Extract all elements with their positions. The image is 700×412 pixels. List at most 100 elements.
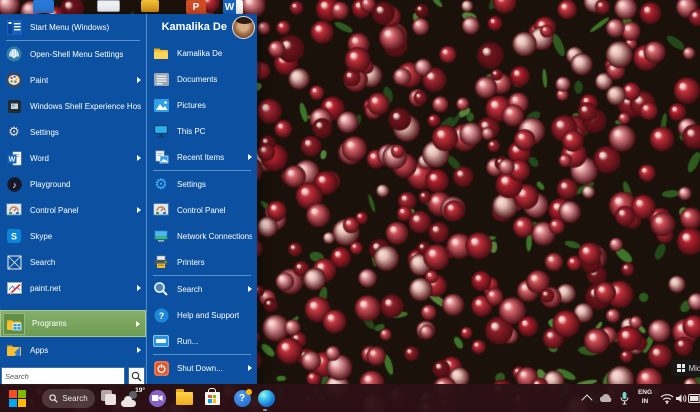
menu-item-apps[interactable]: Apps	[0, 337, 146, 363]
apps-folder-icon	[6, 342, 22, 358]
menu-item-control-panel-right[interactable]: Control Panel	[147, 197, 257, 223]
submenu-arrow-icon	[137, 285, 141, 291]
chevron-up-icon	[581, 394, 593, 406]
submenu-arrow-icon	[137, 155, 141, 161]
menu-item-search-right[interactable]: Search	[147, 276, 257, 302]
menu-item-search[interactable]: Search	[0, 249, 146, 275]
start-menu-left-column: Start Menu (Windows) Open-Shell Menu Set…	[0, 14, 146, 386]
gear-icon: ⚙	[154, 174, 168, 193]
language-indicator[interactable]: ENG IN	[633, 388, 657, 406]
edge-button[interactable]	[257, 389, 275, 407]
menu-item-label: Network Connections	[177, 231, 252, 241]
tray-expand-button[interactable]	[578, 389, 596, 407]
menu-item-label: Shut Down...	[177, 363, 223, 373]
meet-now-button[interactable]	[148, 389, 166, 407]
video-camera-icon	[148, 389, 166, 407]
printer-icon	[153, 254, 169, 270]
programs-folder-icon	[7, 319, 22, 330]
shell-host-icon	[6, 98, 22, 114]
microphone-tray-icon[interactable]	[615, 389, 633, 407]
menu-item-user-folder[interactable]: Kamalika De	[147, 40, 257, 66]
menu-item-windows-shell-experience-host[interactable]: Windows Shell Experience Host	[0, 93, 146, 119]
desktop-icon-powerpoint[interactable]: P	[186, 0, 206, 14]
cloud-icon	[121, 396, 136, 407]
menu-item-settings-right[interactable]: ⚙ Settings	[147, 171, 257, 197]
menu-item-label: Recent Items	[177, 152, 225, 162]
menu-item-start-menu-windows[interactable]: Start Menu (Windows)	[0, 14, 146, 40]
menu-item-label: Kamalika De	[177, 48, 223, 58]
menu-item-control-panel[interactable]: Control Panel	[0, 197, 146, 223]
battery-tray-icon[interactable]	[686, 389, 700, 407]
user-name: Kamalika De	[161, 21, 227, 33]
start-button[interactable]	[8, 389, 26, 407]
programs-folder-iconbox	[3, 312, 25, 335]
powerpoint-letter: P	[192, 1, 200, 13]
menu-item-label: Word	[30, 153, 49, 163]
submenu-arrow-icon	[248, 154, 252, 160]
open-shell-start-menu: Start Menu (Windows) Open-Shell Menu Set…	[0, 14, 257, 386]
menu-item-label: Search	[30, 257, 56, 267]
get-help-button[interactable]: ?	[233, 388, 252, 407]
onedrive-tray-icon[interactable]	[596, 389, 614, 407]
menu-item-network-connections[interactable]: Network Connections	[147, 223, 257, 249]
weather-widget[interactable]: 19°	[121, 387, 145, 409]
folder-icon	[175, 388, 193, 405]
user-avatar[interactable]	[232, 15, 255, 39]
start-menu-tile-icon	[6, 19, 22, 35]
menu-item-label: Control Panel	[30, 205, 79, 215]
menu-item-recent-items[interactable]: Recent Items	[147, 144, 257, 170]
user-header[interactable]: Kamalika De	[147, 14, 257, 40]
menu-item-settings[interactable]: ⚙ Settings	[0, 119, 146, 145]
desktop-icon-window-app[interactable]	[97, 0, 120, 12]
edge-browser-icon	[257, 389, 275, 407]
menu-item-label: Help and Support	[177, 310, 240, 320]
menu-item-label: Settings	[30, 127, 59, 137]
menu-item-playground[interactable]: ♪ Playground	[0, 171, 146, 197]
menu-item-this-pc[interactable]: This PC	[147, 118, 257, 144]
microsoft-store-button[interactable]	[203, 387, 221, 407]
menu-item-programs[interactable]: Programs	[0, 310, 146, 337]
menu-item-pictures[interactable]: Pictures	[147, 92, 257, 118]
file-explorer-button[interactable]	[175, 388, 193, 407]
menu-item-label: Apps	[30, 345, 49, 355]
desktop-screen: P W Micro Start Menu (Windows) Open-Shel…	[0, 0, 700, 412]
word-app-icon: W	[6, 150, 22, 166]
task-view-button[interactable]	[100, 389, 118, 407]
menu-item-word[interactable]: W Word	[0, 145, 146, 171]
menu-item-skype[interactable]: S Skype	[0, 223, 146, 249]
control-panel-icon	[6, 202, 22, 218]
desktop-icon-blue-app[interactable]	[33, 0, 54, 13]
submenu-arrow-icon	[137, 77, 141, 83]
svg-text:♪: ♪	[12, 180, 17, 190]
menu-item-help-and-support[interactable]: ? Help and Support	[147, 302, 257, 328]
running-app-indicator	[263, 409, 267, 411]
taskbar-search[interactable]: Search	[42, 389, 95, 408]
menu-item-paint[interactable]: Paint	[0, 67, 146, 93]
menu-item-label: Documents	[177, 74, 218, 84]
menu-item-paint-net[interactable]: paint.net	[0, 275, 146, 301]
menu-item-label: Playground	[30, 179, 71, 189]
menu-item-open-shell-settings[interactable]: Open-Shell Menu Settings	[0, 41, 146, 67]
menu-item-label: Run...	[177, 336, 199, 346]
menu-item-shut-down[interactable]: Shut Down...	[147, 355, 257, 381]
windows-logo-icon	[8, 389, 26, 407]
paint-palette-icon	[6, 72, 22, 88]
menu-item-label: paint.net	[30, 283, 61, 293]
svg-text:?: ?	[158, 311, 164, 321]
svg-text:W: W	[8, 156, 15, 163]
desktop-icon-word[interactable]: W	[223, 0, 243, 14]
desktop-icon-gold-app[interactable]	[141, 0, 159, 12]
watermark-text: Micro	[688, 363, 700, 373]
submenu-arrow-icon	[137, 207, 141, 213]
menu-item-run[interactable]: Run...	[147, 328, 257, 354]
power-icon	[153, 360, 169, 376]
menu-item-label: Search	[177, 284, 203, 294]
menu-item-label: This PC	[177, 126, 206, 136]
pictures-icon	[153, 97, 169, 113]
magnifier-icon	[131, 371, 142, 382]
menu-item-documents[interactable]: Documents	[147, 66, 257, 92]
music-note-icon: ♪	[6, 176, 22, 192]
control-panel-icon	[153, 202, 169, 218]
paint-net-icon	[6, 280, 22, 296]
menu-item-printers[interactable]: Printers	[147, 249, 257, 275]
